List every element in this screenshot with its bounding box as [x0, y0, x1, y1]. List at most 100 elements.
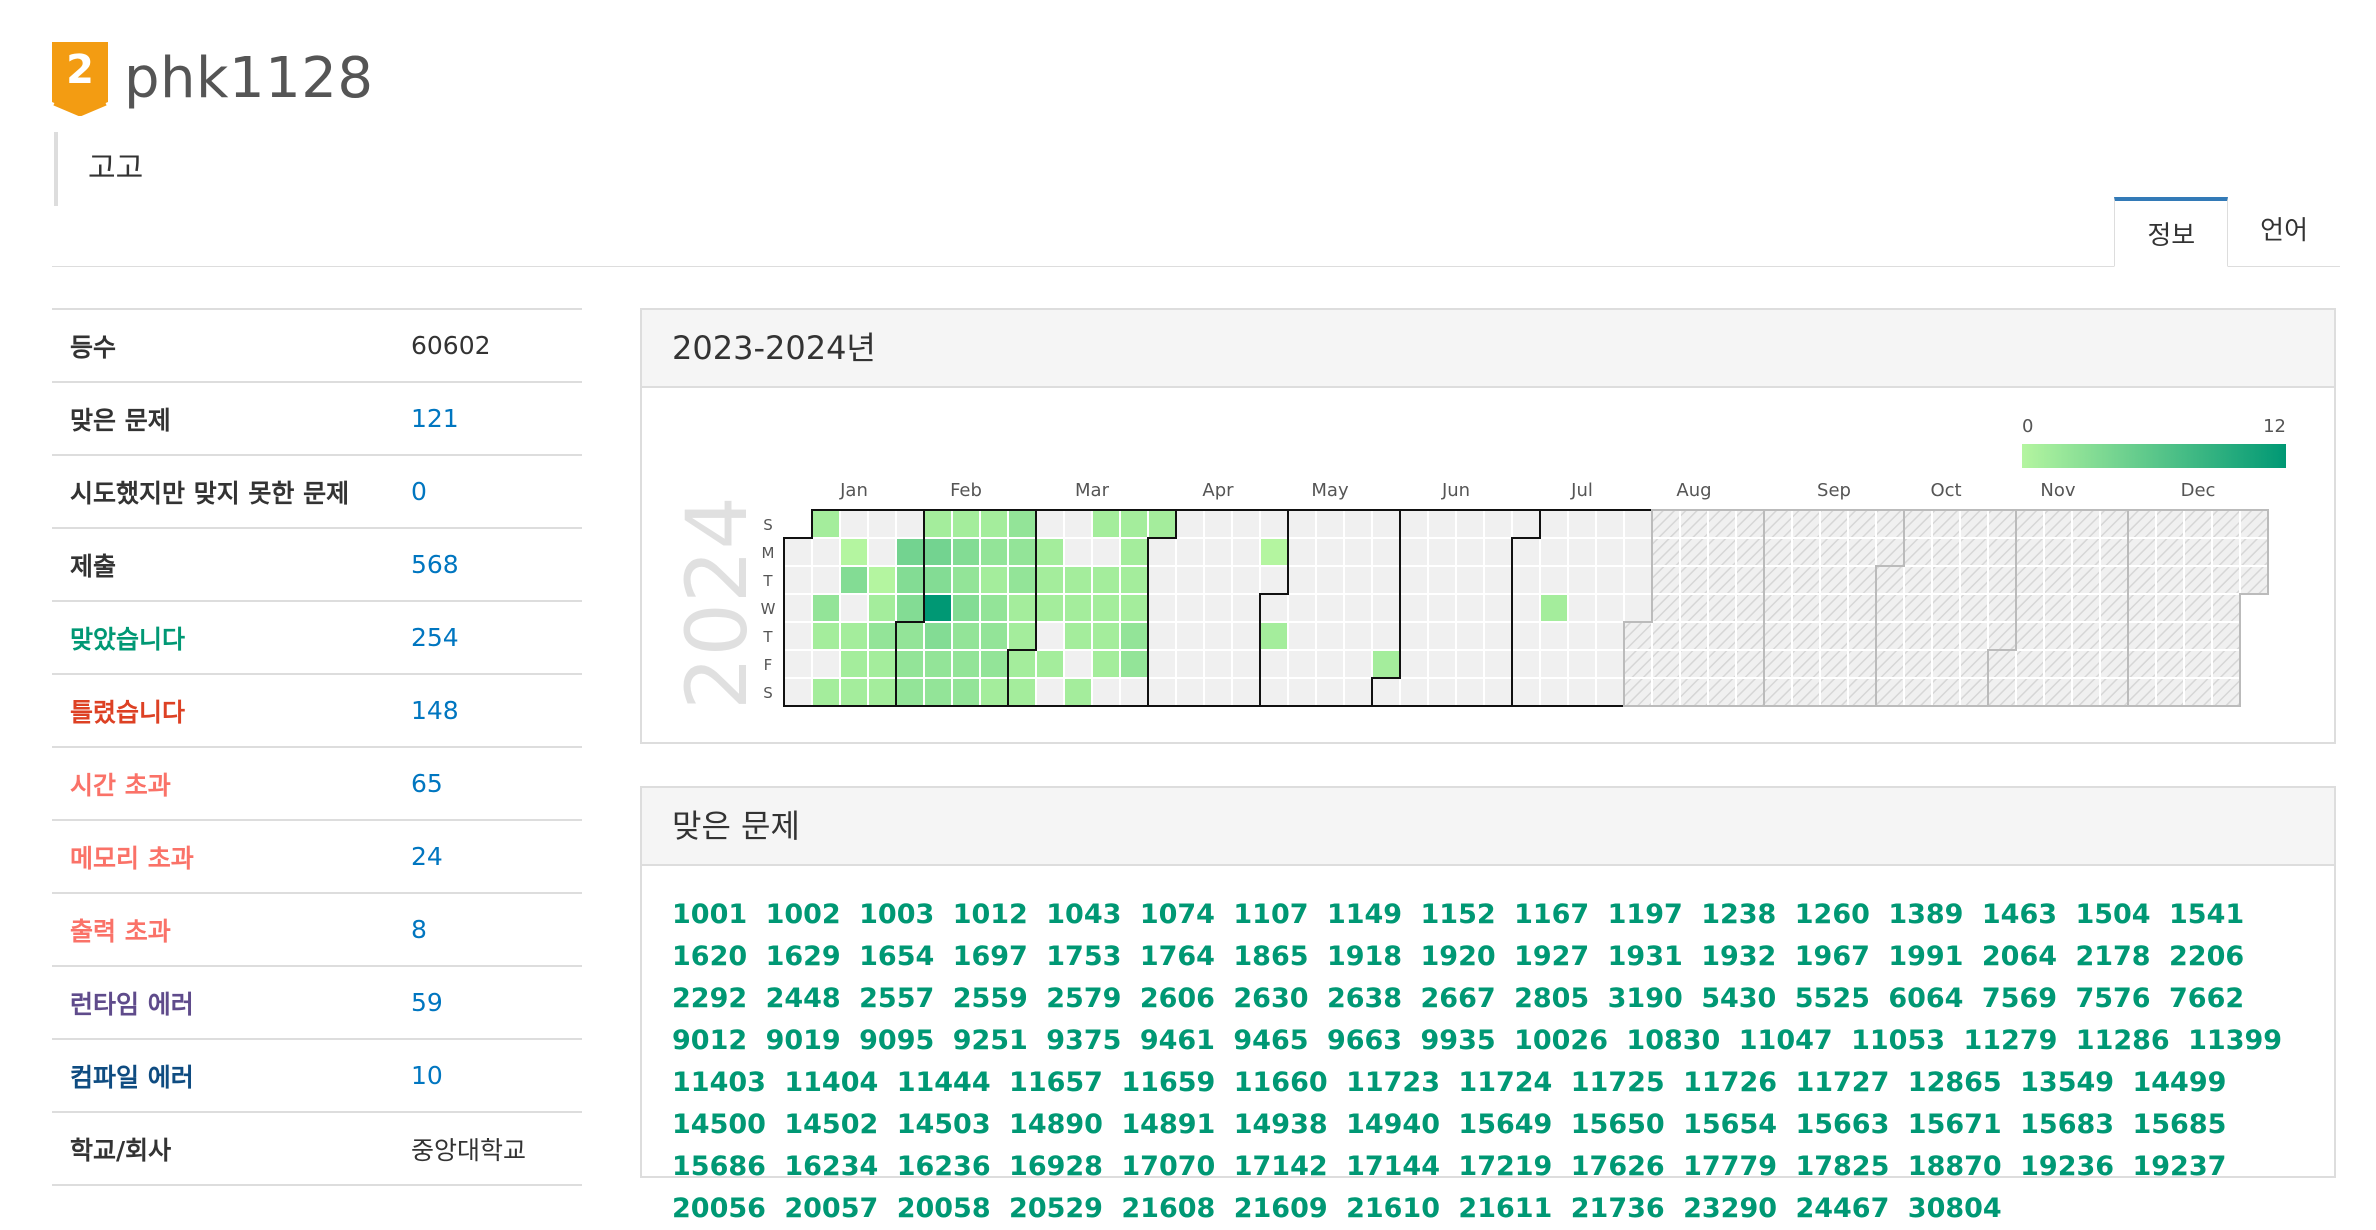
problem-link[interactable]: 14499 — [2132, 1067, 2226, 1098]
stat-value[interactable]: 568 — [410, 528, 582, 601]
problem-link[interactable]: 17626 — [1571, 1151, 1665, 1182]
problem-link[interactable]: 21610 — [1346, 1193, 1440, 1224]
problem-link[interactable]: 17825 — [1795, 1151, 1889, 1182]
problem-link[interactable]: 9461 — [1140, 1025, 1215, 1056]
stat-value[interactable]: 8 — [410, 893, 582, 966]
problem-link[interactable]: 11659 — [1121, 1067, 1215, 1098]
problem-link[interactable]: 16236 — [897, 1151, 991, 1182]
problem-link[interactable]: 9465 — [1233, 1025, 1308, 1056]
problem-link[interactable]: 1865 — [1233, 941, 1308, 972]
problem-link[interactable]: 1043 — [1046, 899, 1121, 930]
problem-link[interactable]: 15650 — [1571, 1109, 1665, 1140]
problem-link[interactable]: 15685 — [2132, 1109, 2226, 1140]
problem-link[interactable]: 1967 — [1795, 941, 1870, 972]
problem-link[interactable]: 1012 — [953, 899, 1028, 930]
problem-link[interactable]: 10026 — [1514, 1025, 1608, 1056]
problem-link[interactable]: 16928 — [1009, 1151, 1103, 1182]
problem-link[interactable]: 15663 — [1795, 1109, 1889, 1140]
problem-link[interactable]: 1697 — [953, 941, 1028, 972]
stat-value[interactable]: 0 — [410, 455, 582, 528]
stat-value[interactable]: 254 — [410, 601, 582, 674]
problem-link[interactable]: 2805 — [1514, 983, 1589, 1014]
problem-link[interactable]: 23290 — [1683, 1193, 1777, 1224]
problem-link[interactable]: 21608 — [1121, 1193, 1215, 1224]
problem-link[interactable]: 9375 — [1046, 1025, 1121, 1056]
tab-language[interactable]: 언어 — [2228, 196, 2340, 266]
problem-link[interactable]: 1197 — [1608, 899, 1683, 930]
problem-link[interactable]: 20057 — [784, 1193, 878, 1224]
problem-link[interactable]: 14503 — [897, 1109, 991, 1140]
problem-link[interactable]: 2606 — [1140, 983, 1215, 1014]
problem-link[interactable]: 7576 — [2075, 983, 2150, 1014]
problem-link[interactable]: 1152 — [1421, 899, 1496, 930]
problem-link[interactable]: 11444 — [897, 1067, 991, 1098]
problem-link[interactable]: 3190 — [1608, 983, 1683, 1014]
stat-value[interactable]: 121 — [410, 382, 582, 455]
problem-link[interactable]: 20058 — [897, 1193, 991, 1224]
problem-link[interactable]: 1001 — [672, 899, 747, 930]
problem-link[interactable]: 16234 — [784, 1151, 878, 1182]
problem-link[interactable]: 14500 — [672, 1109, 766, 1140]
problem-link[interactable]: 9663 — [1327, 1025, 1402, 1056]
problem-link[interactable]: 17144 — [1346, 1151, 1440, 1182]
problem-link[interactable]: 1931 — [1608, 941, 1683, 972]
problem-link[interactable]: 17070 — [1121, 1151, 1215, 1182]
problem-link[interactable]: 9012 — [672, 1025, 747, 1056]
problem-link[interactable]: 5525 — [1795, 983, 1870, 1014]
problem-link[interactable]: 1260 — [1795, 899, 1870, 930]
problem-link[interactable]: 2579 — [1046, 983, 1121, 1014]
problem-link[interactable]: 2630 — [1233, 983, 1308, 1014]
tab-info[interactable]: 정보 — [2114, 197, 2229, 267]
problem-link[interactable]: 14938 — [1234, 1109, 1328, 1140]
problem-link[interactable]: 1541 — [2169, 899, 2244, 930]
problem-link[interactable]: 14940 — [1346, 1109, 1440, 1140]
problem-link[interactable]: 9251 — [953, 1025, 1028, 1056]
problem-link[interactable]: 2448 — [766, 983, 841, 1014]
problem-link[interactable]: 9095 — [859, 1025, 934, 1056]
problem-link[interactable]: 11053 — [1851, 1025, 1945, 1056]
problem-link[interactable]: 1003 — [859, 899, 934, 930]
problem-link[interactable]: 2206 — [2169, 941, 2244, 972]
problem-link[interactable]: 18870 — [1908, 1151, 2002, 1182]
problem-link[interactable]: 1620 — [672, 941, 747, 972]
problem-link[interactable]: 11404 — [784, 1067, 878, 1098]
problem-link[interactable]: 1389 — [1888, 899, 1963, 930]
problem-link[interactable]: 2178 — [2075, 941, 2150, 972]
problem-link[interactable]: 2557 — [859, 983, 934, 1014]
problem-link[interactable]: 1167 — [1514, 899, 1589, 930]
problem-link[interactable]: 1463 — [1982, 899, 2057, 930]
problem-link[interactable]: 1074 — [1140, 899, 1215, 930]
stat-value[interactable]: 148 — [410, 674, 582, 747]
problem-link[interactable]: 1629 — [766, 941, 841, 972]
problem-link[interactable]: 1991 — [1888, 941, 1963, 972]
problem-link[interactable]: 5430 — [1701, 983, 1776, 1014]
problem-link[interactable]: 2292 — [672, 983, 747, 1014]
problem-link[interactable]: 21736 — [1571, 1193, 1665, 1224]
problem-link[interactable]: 11047 — [1739, 1025, 1833, 1056]
problem-link[interactable]: 14890 — [1009, 1109, 1103, 1140]
problem-link[interactable]: 1149 — [1327, 899, 1402, 930]
problem-link[interactable]: 9935 — [1421, 1025, 1496, 1056]
problem-link[interactable]: 1504 — [2075, 899, 2150, 930]
problem-link[interactable]: 15654 — [1683, 1109, 1777, 1140]
problem-link[interactable]: 1753 — [1046, 941, 1121, 972]
problem-link[interactable]: 11279 — [1963, 1025, 2057, 1056]
problem-link[interactable]: 6064 — [1888, 983, 1963, 1014]
problem-link[interactable]: 19236 — [2020, 1151, 2114, 1182]
problem-link[interactable]: 24467 — [1795, 1193, 1889, 1224]
problem-link[interactable]: 20056 — [672, 1193, 766, 1224]
problem-link[interactable]: 11724 — [1458, 1067, 1552, 1098]
problem-link[interactable]: 21611 — [1458, 1193, 1552, 1224]
problem-link[interactable]: 2559 — [953, 983, 1028, 1014]
problem-link[interactable]: 13549 — [2020, 1067, 2114, 1098]
problem-link[interactable]: 11726 — [1683, 1067, 1777, 1098]
stat-value[interactable]: 65 — [410, 747, 582, 820]
problem-link[interactable]: 7569 — [1982, 983, 2057, 1014]
problem-link[interactable]: 9019 — [766, 1025, 841, 1056]
problem-link[interactable]: 2064 — [1982, 941, 2057, 972]
problem-link[interactable]: 1927 — [1514, 941, 1589, 972]
problem-link[interactable]: 21609 — [1234, 1193, 1328, 1224]
problem-link[interactable]: 14891 — [1121, 1109, 1215, 1140]
stat-value[interactable]: 10 — [410, 1039, 582, 1112]
problem-link[interactable]: 12865 — [1908, 1067, 2002, 1098]
